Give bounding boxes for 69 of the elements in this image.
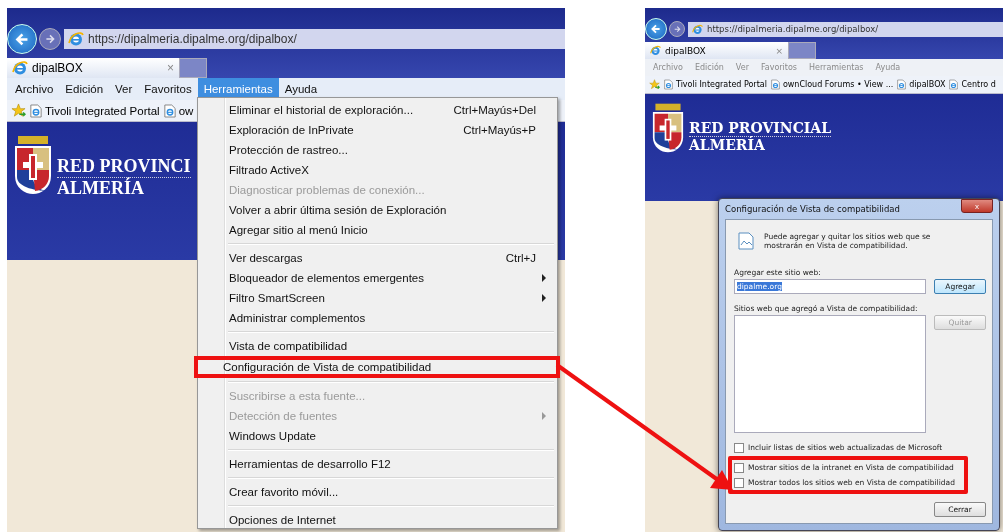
forward-arrow-icon — [44, 33, 56, 45]
close-button[interactable]: x — [961, 199, 993, 213]
page-e-icon — [163, 103, 176, 118]
shortcut-text: Ctrl+J — [505, 252, 536, 264]
menu-item[interactable]: Administrar complementos — [200, 308, 554, 328]
favorite-link[interactable]: ow — [178, 104, 194, 117]
menu-bar-item[interactable]: Ayuda — [278, 78, 324, 100]
banner-subtitle: ALMERÍA — [689, 137, 766, 154]
page-e-icon — [949, 79, 959, 90]
coat-of-arms-drawing — [13, 134, 53, 196]
favorite-link[interactable]: ownCloud Forums • View ... — [782, 80, 894, 89]
favorite-link[interactable]: Tivoli Integrated Portal — [676, 80, 767, 89]
menu-item[interactable]: Protección de rastreo... — [200, 140, 554, 160]
page-e-icon — [664, 79, 673, 90]
banner-title: RED PROVINCI — [57, 156, 191, 178]
back-button[interactable] — [7, 24, 37, 54]
favorites-star-icon[interactable] — [649, 79, 660, 90]
menu-bar-item[interactable]: Favoritos — [138, 78, 198, 100]
checkbox[interactable] — [734, 442, 744, 453]
browser-tab[interactable]: dipalBOX × — [645, 42, 788, 59]
menu-item[interactable]: Eliminar el historial de exploración... Ctrl+Mayús+Del — [200, 100, 554, 120]
menu-item[interactable]: Opciones de Internet — [200, 510, 554, 530]
menu-bar-item[interactable]: Edición — [59, 78, 110, 100]
menu-item[interactable]: Agregar sitio al menú Inicio — [200, 220, 554, 240]
menu-item[interactable]: Herramientas de desarrollo F12 — [200, 454, 554, 474]
address-field[interactable]: https://dipalmeria.dipalme.org/dipalbox/ — [64, 29, 565, 49]
address-field[interactable]: https://dipalmeria.dipalme.org/dipalbox/ — [688, 21, 1003, 37]
browser-tab[interactable]: dipalBOX × — [7, 58, 179, 78]
browser-e-icon — [12, 60, 28, 76]
favorites-star-icon[interactable] — [11, 103, 26, 118]
favorite-link[interactable]: Centro d — [961, 80, 996, 89]
picture-icon — [738, 232, 754, 250]
checkbox[interactable] — [734, 477, 744, 488]
tab-title: dipalBOX — [665, 45, 707, 56]
dialog-title: Configuración de Vista de compatibilidad — [725, 204, 900, 214]
forward-arrow-icon — [672, 24, 682, 34]
forward-button[interactable] — [669, 21, 685, 37]
forward-button[interactable] — [39, 28, 61, 50]
url-text: https://dipalmeria.dipalme.org/dipalbox/ — [707, 24, 879, 34]
shortcut-text: Ctrl+Mayús+Del — [453, 104, 536, 116]
page-e-icon — [897, 79, 907, 90]
favorite-link[interactable]: Tivoli Integrated Portal — [45, 104, 160, 117]
menu-item[interactable]: Exploración de InPrivate Ctrl+Mayús+P — [200, 120, 554, 140]
website-list[interactable] — [734, 315, 927, 433]
favorite-link[interactable]: dipalBOX — [909, 80, 946, 89]
shortcut-text: Ctrl+Mayús+P — [463, 124, 536, 136]
menu-item[interactable]: Ver descargas Ctrl+J — [200, 248, 554, 268]
tab-title: dipalBOX — [32, 61, 84, 75]
back-arrow-icon — [650, 23, 662, 35]
menu-item[interactable]: Filtro SmartScreen — [200, 288, 554, 308]
menu-item[interactable]: Windows Update — [200, 426, 554, 446]
banner-subtitle: ALMERÍA — [57, 177, 145, 199]
menu-item[interactable]: Filtrado ActiveX — [200, 160, 554, 180]
browser-e-icon — [650, 45, 661, 56]
page-e-icon — [770, 79, 780, 90]
menu-item[interactable]: Crear favorito móvil... — [200, 482, 554, 502]
menu-bar-item[interactable]: Archivo — [9, 78, 60, 100]
page-e-icon — [30, 103, 42, 118]
menu-item[interactable]: Bloqueador de elementos emergentes — [200, 268, 554, 288]
menu-item[interactable]: Vista de compatibilidad — [200, 336, 554, 356]
coat-of-arms-drawing — [651, 102, 685, 154]
menu-bar-item[interactable]: Ver — [109, 78, 139, 100]
menu-item[interactable]: Configuración de Vista de compatibilidad — [194, 356, 560, 378]
browser-e-icon — [692, 23, 703, 35]
url-text: https://dipalmeria.dipalme.org/dipalbox/ — [88, 32, 297, 46]
back-button[interactable] — [645, 18, 667, 40]
checkbox[interactable] — [734, 462, 744, 473]
menu-item[interactable]: Volver a abrir última sesión de Exploración — [200, 200, 554, 220]
browser-e-icon — [68, 31, 84, 47]
